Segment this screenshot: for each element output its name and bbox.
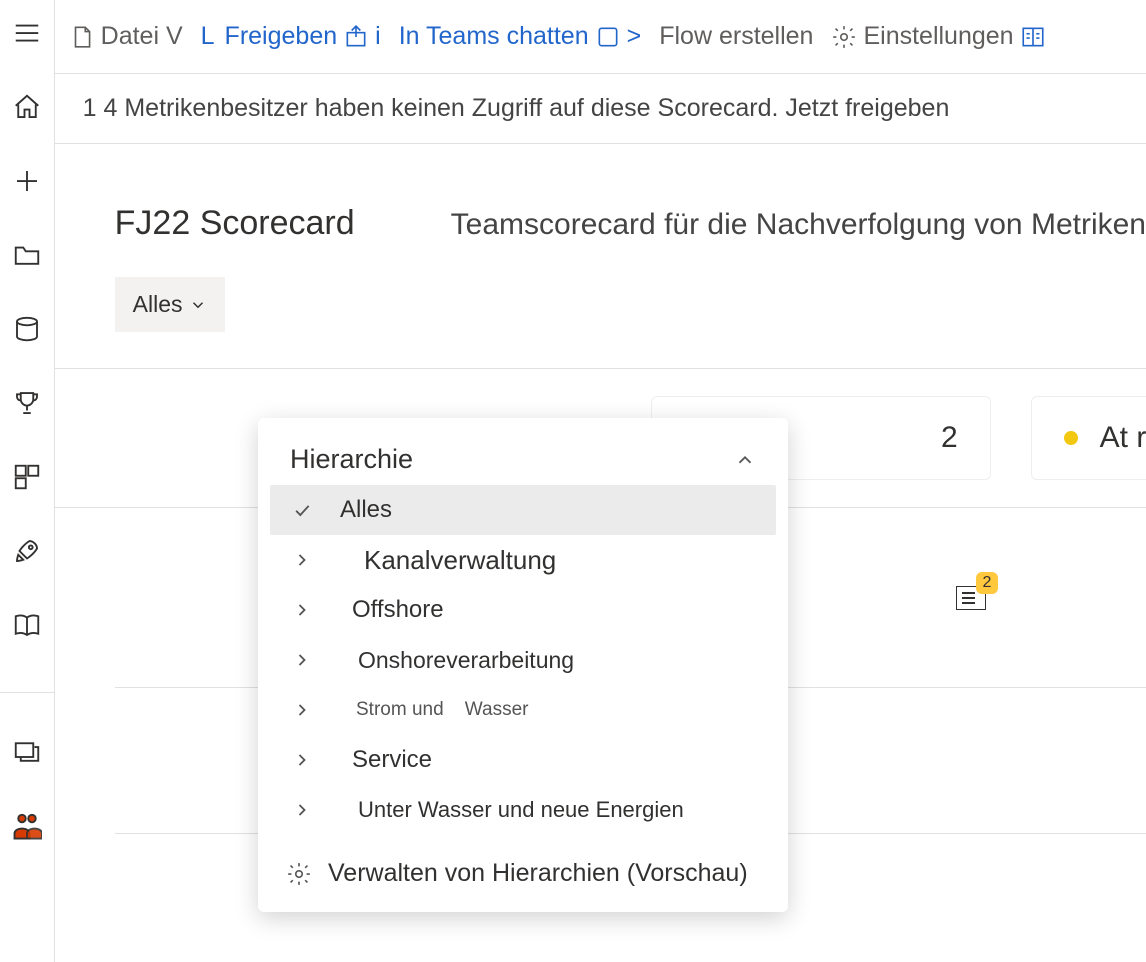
command-bar: Datei V L Freigeben i In Teams chatten >… xyxy=(55,0,1146,74)
chevron-up-icon xyxy=(734,449,756,471)
chevron-right-icon xyxy=(282,700,322,720)
settings-action[interactable]: Einstellungen xyxy=(831,22,1045,51)
trophy-icon[interactable] xyxy=(12,388,42,418)
status-pill-atrisk[interactable]: At ri xyxy=(1031,396,1146,480)
panel-title: Hierarchie xyxy=(290,444,413,475)
option-label: Alles xyxy=(340,496,392,524)
manage-hierarchies-link[interactable]: Verwalten von Hierarchien (Vorschau) xyxy=(266,835,780,888)
teams-icon xyxy=(595,24,621,50)
nav-rail xyxy=(0,0,55,962)
workspaces-icon[interactable] xyxy=(12,737,42,767)
scorecard-header: FJ22 Scorecard Teamscorecard für die Nac… xyxy=(55,144,1146,332)
home-icon[interactable] xyxy=(12,92,42,122)
chevron-right-icon xyxy=(282,800,322,820)
hierarchy-filter-chip[interactable]: Alles xyxy=(115,277,225,332)
folder-icon[interactable] xyxy=(12,240,42,270)
gear-icon xyxy=(831,24,857,50)
panel-header[interactable]: Hierarchie xyxy=(266,438,780,485)
option-label: Service xyxy=(352,746,432,774)
org-people-icon[interactable] xyxy=(12,811,42,841)
option-label: Offshore xyxy=(352,596,444,624)
scorecard-title: FJ22 Scorecard xyxy=(115,204,355,243)
teams-label: In Teams chatten xyxy=(399,22,589,51)
flow-action[interactable]: Flow erstellen xyxy=(659,22,813,51)
share-label: Freigeben xyxy=(225,22,338,51)
hierarchy-option[interactable]: Offshore xyxy=(270,585,776,635)
hierarchy-dropdown-panel: Hierarchie Alles Kanalverwaltung Offshor… xyxy=(258,418,788,912)
warning-text: 1 4 Metrikenbesitzer haben keinen Zugrif… xyxy=(83,94,950,123)
dot-icon xyxy=(1064,431,1078,445)
teams-chat-action[interactable]: In Teams chatten > xyxy=(399,22,642,51)
settings-label: Einstellungen xyxy=(863,22,1013,51)
hierarchy-option[interactable]: Kanalverwaltung xyxy=(270,535,776,585)
option-label: Kanalverwaltung xyxy=(364,545,556,576)
access-warning-bar[interactable]: 1 4 Metrikenbesitzer haben keinen Zugrif… xyxy=(55,74,1146,144)
option-label: Onshoreverarbeitung xyxy=(358,647,574,674)
chevron-right-icon xyxy=(282,600,322,620)
hierarchy-option[interactable]: Service xyxy=(270,735,776,785)
chevron-right-icon xyxy=(282,750,322,770)
option-label: Strom und Wasser xyxy=(356,699,528,721)
status-atrisk-label: At ri xyxy=(1100,421,1146,455)
file-menu[interactable]: Datei V xyxy=(69,22,183,51)
filter-chip-label: Alles xyxy=(133,291,183,318)
gear-icon xyxy=(286,861,312,887)
hamburger-icon[interactable] xyxy=(12,18,42,48)
flow-label: Flow erstellen xyxy=(659,22,813,51)
chevron-down-icon xyxy=(189,296,207,314)
app-root: Datei V L Freigeben i In Teams chatten >… xyxy=(0,0,1146,962)
book-icon[interactable] xyxy=(12,610,42,640)
hierarchy-option-all[interactable]: Alles xyxy=(270,485,776,535)
notes-badge: 2 xyxy=(976,572,998,594)
reading-view-icon xyxy=(1020,24,1046,50)
status-behind-count: 2 xyxy=(941,421,958,455)
chevron-right-icon xyxy=(282,650,322,670)
apps-icon[interactable] xyxy=(12,462,42,492)
hierarchy-option[interactable]: Onshoreverarbeitung xyxy=(270,635,776,685)
file-icon xyxy=(69,24,95,50)
scorecard-subtitle: Teamscorecard für die Nachverfolgung von… xyxy=(451,208,1146,242)
chevron-right-icon xyxy=(282,550,322,570)
check-icon xyxy=(282,500,322,520)
share-icon xyxy=(343,24,369,50)
hierarchy-option[interactable]: Strom und Wasser xyxy=(270,685,776,735)
rocket-icon[interactable] xyxy=(12,536,42,566)
plus-icon[interactable] xyxy=(12,166,42,196)
notes-icon[interactable]: 2 xyxy=(956,586,986,610)
share-action[interactable]: L Freigeben i xyxy=(201,22,381,51)
hierarchy-option[interactable]: Unter Wasser und neue Energien xyxy=(270,785,776,835)
file-label: Datei V xyxy=(101,22,183,51)
rail-separator xyxy=(0,692,54,693)
database-icon[interactable] xyxy=(12,314,42,344)
manage-hierarchies-label: Verwalten von Hierarchien (Vorschau) xyxy=(328,859,748,888)
option-label: Unter Wasser und neue Energien xyxy=(358,797,684,823)
